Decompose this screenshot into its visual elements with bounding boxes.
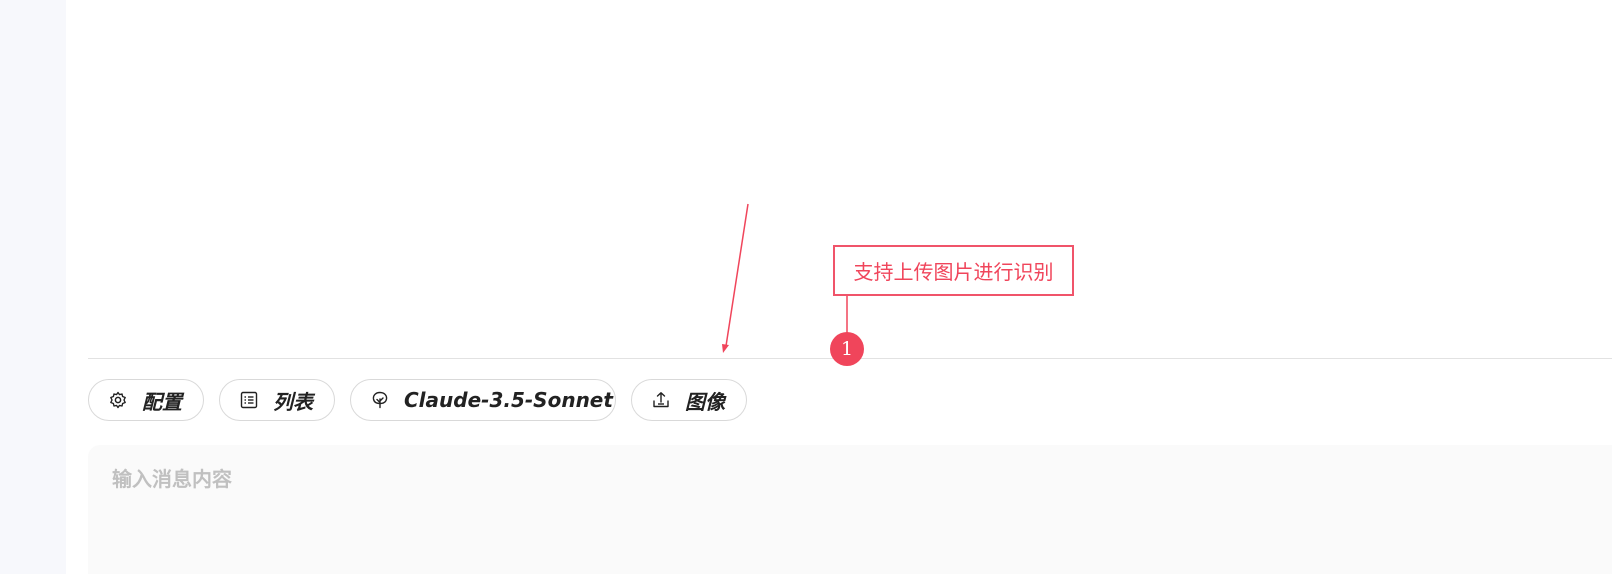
left-sidebar-strip (0, 0, 66, 574)
list-button-label: 列表 (273, 389, 313, 414)
list-button[interactable]: 列表 (219, 379, 335, 421)
list-icon (239, 390, 259, 410)
message-input-area (88, 445, 1612, 574)
image-upload-button[interactable]: 图像 (631, 379, 747, 421)
step-badge-number: 1 (840, 338, 854, 360)
model-button-label: Claude-3.5-Sonnet (404, 388, 613, 412)
upload-icon (651, 390, 671, 410)
step-badge: 1 (830, 332, 864, 366)
annotation-callout: 支持上传图片进行识别 (833, 245, 1074, 296)
annotation-arrow-head (722, 344, 729, 353)
callout-text: 支持上传图片进行识别 (853, 260, 1054, 284)
annotation-arrow-line (725, 203, 749, 347)
gear-icon (108, 390, 128, 410)
message-input[interactable] (88, 445, 1612, 574)
config-button-label: 配置 (142, 389, 182, 414)
leaf-icon (370, 390, 390, 410)
model-select-button[interactable]: Claude-3.5-Sonnet (350, 379, 616, 421)
config-button[interactable]: 配置 (88, 379, 204, 421)
image-button-label: 图像 (685, 389, 725, 414)
